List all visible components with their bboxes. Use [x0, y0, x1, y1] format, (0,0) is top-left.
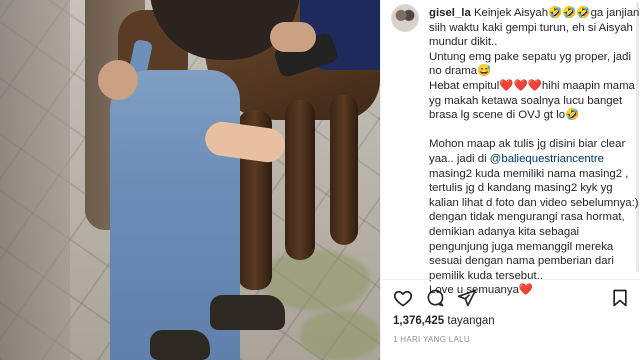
horse-leg [285, 100, 315, 260]
adult-hand [98, 60, 138, 100]
post-caption: gisel_la Keinjek Aisyah🤣🤣🤣ga janjian sii… [429, 6, 640, 298]
share-button[interactable] [457, 288, 477, 308]
wall-shadow [0, 0, 70, 360]
heart-icon [393, 290, 413, 307]
username-link[interactable]: gisel_la [429, 7, 471, 19]
mention-link[interactable]: @baliequestriancentre [490, 153, 604, 165]
like-button[interactable] [393, 288, 413, 308]
view-count-number: 1,376,425 [393, 315, 445, 327]
action-bar [393, 288, 477, 310]
caption-text: masing2 kuda memiliki nama masing2 , ter… [429, 167, 639, 297]
horse-leg [330, 95, 358, 245]
moss-patch [300, 310, 380, 360]
post-timestamp[interactable]: 1 HARI YANG LALU [393, 335, 470, 344]
view-count: 1,376,425 tayangan [393, 315, 495, 327]
adult-hand [270, 22, 316, 52]
save-button[interactable] [610, 288, 630, 308]
bookmark-icon [613, 289, 627, 307]
share-icon [457, 289, 477, 307]
child-shoe [150, 330, 210, 360]
comment-icon [427, 289, 444, 307]
avatar[interactable] [391, 4, 419, 32]
caption-text: Keinjek Aisyah🤣🤣🤣ga janjian siih waktu k… [429, 7, 640, 165]
post-info-panel: gisel_la Keinjek Aisyah🤣🤣🤣ga janjian sii… [380, 0, 640, 360]
comment-button[interactable] [425, 288, 445, 308]
divider [381, 279, 640, 280]
view-count-label: tayangan [447, 315, 495, 327]
child-shoe [210, 295, 285, 330]
post-media[interactable] [0, 0, 380, 360]
